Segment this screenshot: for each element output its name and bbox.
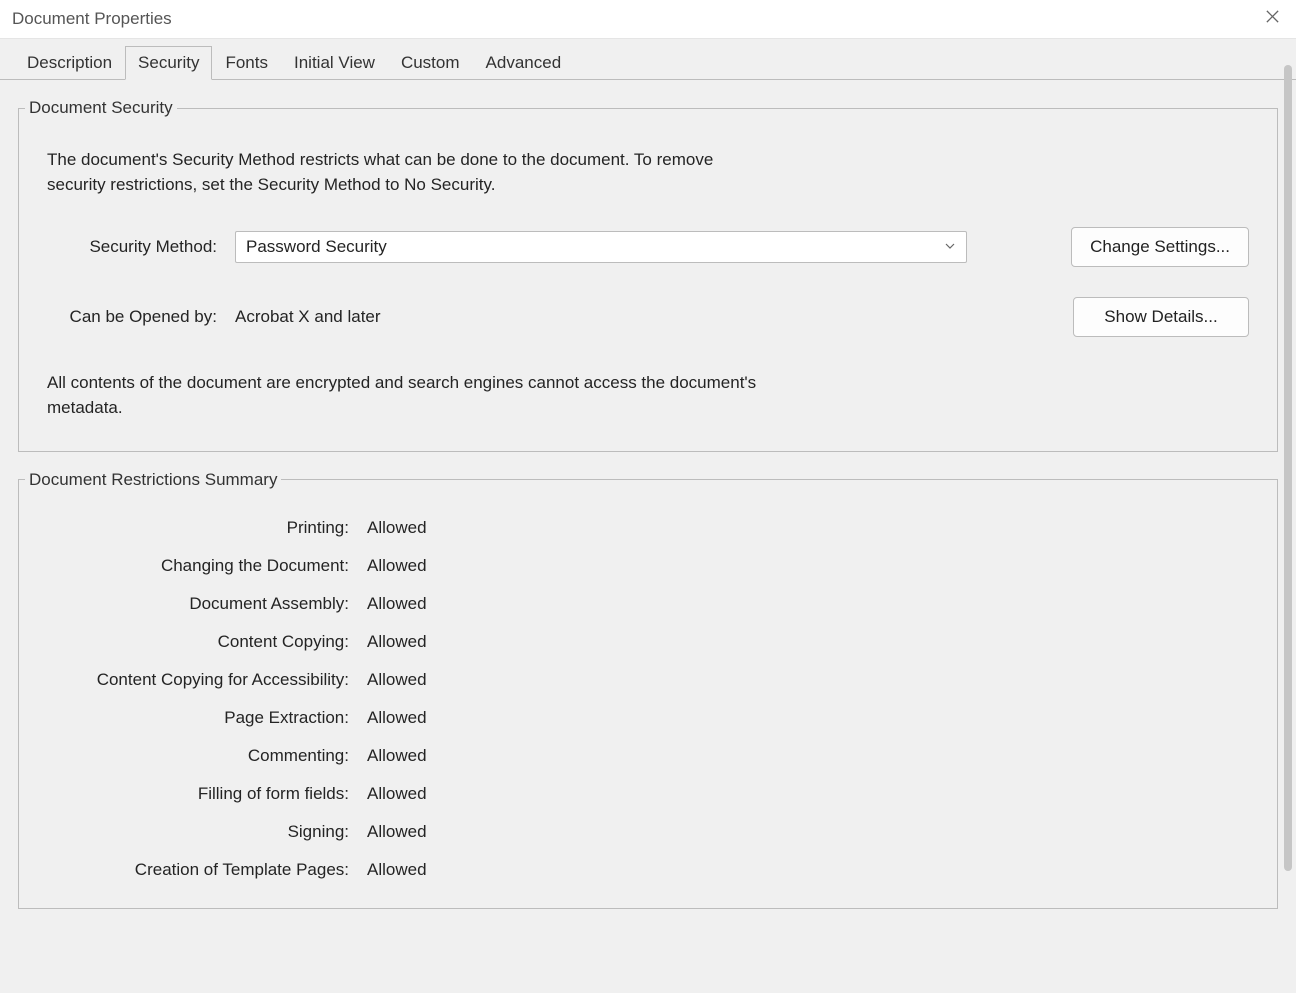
restriction-value: Allowed	[367, 670, 427, 690]
restriction-label: Changing the Document:	[47, 556, 349, 576]
restriction-row: Creation of Template Pages: Allowed	[47, 860, 1249, 880]
tab-advanced[interactable]: Advanced	[473, 46, 575, 80]
security-description: The document's Security Method restricts…	[47, 148, 747, 197]
tab-description[interactable]: Description	[14, 46, 125, 80]
security-method-label: Security Method:	[47, 237, 217, 257]
close-icon	[1265, 9, 1280, 29]
restrictions-summary-group: Document Restrictions Summary Printing: …	[18, 470, 1278, 909]
scrollbar-thumb[interactable]	[1284, 65, 1292, 871]
window-title: Document Properties	[12, 9, 172, 29]
title-bar: Document Properties	[0, 0, 1296, 39]
restriction-row: Signing: Allowed	[47, 822, 1249, 842]
chevron-down-icon	[944, 237, 956, 257]
restriction-row: Content Copying: Allowed	[47, 632, 1249, 652]
tab-security[interactable]: Security	[125, 46, 212, 80]
restriction-value: Allowed	[367, 784, 427, 804]
restriction-value: Allowed	[367, 518, 427, 538]
opened-by-value: Acrobat X and later	[235, 307, 381, 327]
opened-by-label: Can be Opened by:	[47, 307, 217, 327]
restriction-row: Printing: Allowed	[47, 518, 1249, 538]
restriction-value: Allowed	[367, 556, 427, 576]
restriction-label: Content Copying:	[47, 632, 349, 652]
restriction-row: Content Copying for Accessibility: Allow…	[47, 670, 1249, 690]
restriction-row: Document Assembly: Allowed	[47, 594, 1249, 614]
restriction-row: Changing the Document: Allowed	[47, 556, 1249, 576]
security-panel: Document Security The document's Securit…	[0, 79, 1296, 993]
restriction-value: Allowed	[367, 746, 427, 766]
tab-strip: Description Security Fonts Initial View …	[0, 39, 1296, 79]
restriction-row: Filling of form fields: Allowed	[47, 784, 1249, 804]
close-button[interactable]	[1260, 7, 1284, 31]
dialog-content: Description Security Fonts Initial View …	[0, 39, 1296, 991]
document-security-legend: Document Security	[25, 98, 177, 118]
tab-custom[interactable]: Custom	[388, 46, 473, 80]
restriction-value: Allowed	[367, 822, 427, 842]
restriction-label: Filling of form fields:	[47, 784, 349, 804]
restrictions-legend: Document Restrictions Summary	[25, 470, 281, 490]
tab-initial-view[interactable]: Initial View	[281, 46, 388, 80]
security-method-value: Password Security	[246, 237, 387, 257]
restriction-label: Printing:	[47, 518, 349, 538]
restriction-value: Allowed	[367, 632, 427, 652]
restriction-label: Document Assembly:	[47, 594, 349, 614]
restriction-label: Signing:	[47, 822, 349, 842]
document-security-group: Document Security The document's Securit…	[18, 98, 1278, 452]
restriction-row: Page Extraction: Allowed	[47, 708, 1249, 728]
restriction-value: Allowed	[367, 708, 427, 728]
restriction-row: Commenting: Allowed	[47, 746, 1249, 766]
show-details-button[interactable]: Show Details...	[1073, 297, 1249, 337]
change-settings-button[interactable]: Change Settings...	[1071, 227, 1249, 267]
security-method-select[interactable]: Password Security	[235, 231, 967, 263]
restriction-label: Commenting:	[47, 746, 349, 766]
encryption-note: All contents of the document are encrypt…	[47, 371, 787, 420]
tab-fonts[interactable]: Fonts	[212, 46, 281, 80]
restriction-value: Allowed	[367, 860, 427, 880]
restriction-label: Creation of Template Pages:	[47, 860, 349, 880]
restriction-label: Page Extraction:	[47, 708, 349, 728]
vertical-scrollbar[interactable]	[1281, 65, 1295, 871]
restriction-value: Allowed	[367, 594, 427, 614]
restriction-label: Content Copying for Accessibility:	[47, 670, 349, 690]
